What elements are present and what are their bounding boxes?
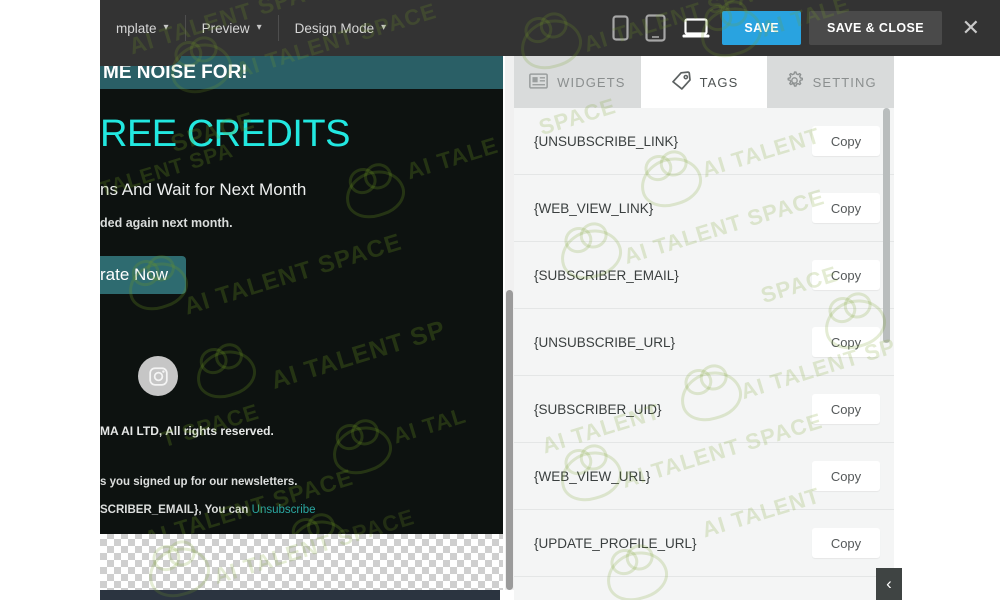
- tab-setting[interactable]: SETTING: [767, 56, 895, 108]
- email-footer-copyright: MA AI LTD, All rights reserved.: [100, 424, 274, 438]
- email-unsubscribe-link[interactable]: Unsubscribe: [252, 504, 316, 516]
- copy-button[interactable]: Copy: [812, 193, 880, 223]
- table-row: {WEB_VIEW_LINK} Copy: [514, 175, 894, 242]
- email-preview-viewport: ME NOISE FOR! SPACE AI TALENT SPA AI TAL…: [100, 56, 503, 534]
- canvas-scrollbar-thumb[interactable]: [506, 290, 513, 590]
- email-template: ME NOISE FOR! SPACE AI TALENT SPA AI TAL…: [100, 56, 503, 534]
- copy-button[interactable]: Copy: [812, 528, 880, 558]
- tab-setting-label: SETTING: [812, 74, 877, 90]
- tag-name: {SUBSCRIBER_EMAIL}: [534, 267, 679, 283]
- email-footer-email-line: SCRIBER_EMAIL}, You can Unsubscribe: [100, 504, 503, 516]
- tab-tags-label: TAGS: [699, 74, 739, 90]
- tag-name: {SUBSCRIBER_UID}: [534, 401, 662, 417]
- table-row: {UPDATE_PROFILE_URL} Copy: [514, 510, 894, 577]
- menu-design-mode-label: Design Mode: [294, 20, 375, 36]
- chevron-down-icon: ▾: [163, 22, 169, 33]
- watermark-blob-icon: [190, 343, 262, 405]
- menu-preview-label: Preview: [201, 20, 250, 36]
- save-and-close-button[interactable]: SAVE & CLOSE: [809, 11, 942, 45]
- mobile-device-icon[interactable]: [612, 15, 629, 41]
- email-paragraph: ded again next month.: [100, 216, 233, 230]
- app-root: mplate ▾ Preview ▾ Design Mode ▾ SAVE SA…: [0, 0, 1000, 600]
- tag-name: {WEB_VIEW_LINK}: [534, 200, 654, 216]
- menu-template-label: mplate: [116, 20, 157, 36]
- tag-name: {UNSUBSCRIBE_URL}: [534, 334, 676, 350]
- table-row: {SUBSCRIBER_UID} Copy: [514, 376, 894, 443]
- panel-tab-bar: WIDGETS TAGS SETTING: [514, 56, 895, 108]
- tags-list: {UNSUBSCRIBE_LINK} Copy {WEB_VIEW_LINK} …: [514, 108, 894, 600]
- email-footer-email-text: SCRIBER_EMAIL}, You can: [100, 504, 252, 516]
- panel-collapse-button[interactable]: ‹: [876, 568, 902, 600]
- menu-design-mode[interactable]: Design Mode ▾: [279, 0, 403, 56]
- chevron-down-icon: ▾: [256, 22, 262, 33]
- email-footer-reason: s you signed up for our newsletters.: [100, 476, 298, 488]
- tag-name: {WEB_VIEW_URL}: [534, 468, 651, 484]
- instagram-icon[interactable]: [138, 356, 178, 396]
- toolbar-menu-group: mplate ▾ Preview ▾ Design Mode ▾: [100, 0, 402, 56]
- chevron-down-icon: ▾: [381, 22, 387, 33]
- copy-button[interactable]: Copy: [812, 327, 880, 357]
- table-row: {WEB_VIEW_URL} Copy: [514, 443, 894, 510]
- watermark-text: AI TALENT SP: [267, 315, 449, 395]
- copy-button[interactable]: Copy: [812, 461, 880, 491]
- widgets-grid-icon: [529, 72, 549, 92]
- menu-preview[interactable]: Preview ▾: [186, 0, 278, 56]
- email-heading: REE CREDITS: [100, 113, 350, 155]
- tablet-device-icon[interactable]: [645, 14, 666, 42]
- top-toolbar: mplate ▾ Preview ▾ Design Mode ▾ SAVE SA…: [100, 0, 1000, 56]
- copy-button[interactable]: Copy: [812, 394, 880, 424]
- table-row: {UNSUBSCRIBE_LINK} Copy: [514, 108, 894, 175]
- desktop-device-icon[interactable]: [682, 16, 710, 40]
- email-subheading: ns And Wait for Next Month: [100, 180, 307, 199]
- tag-icon: [670, 71, 691, 93]
- toolbar-actions: SAVE SAVE & CLOSE ✕: [722, 11, 1000, 45]
- panel-scrollbar-thumb[interactable]: [883, 108, 890, 343]
- right-side-panel: WIDGETS TAGS SETTING {UNSUBSCRIBE_LINK} …: [514, 56, 895, 600]
- table-row: {SUBSCRIBER_EMAIL} Copy: [514, 242, 894, 309]
- watermark-text: AI TALENT SPACE: [180, 228, 405, 321]
- tab-tags[interactable]: TAGS: [640, 56, 768, 108]
- tag-name: {UPDATE_PROFILE_URL}: [534, 535, 697, 551]
- email-cta-label: rate Now: [100, 265, 169, 284]
- watermark-text: AI TALENT SPACE: [140, 463, 357, 534]
- tag-name: {UNSUBSCRIBE_LINK}: [534, 133, 679, 149]
- copy-button[interactable]: Copy: [812, 126, 880, 156]
- save-button[interactable]: SAVE: [722, 11, 802, 45]
- table-row: {UNSUBSCRIBE_URL} Copy: [514, 309, 894, 376]
- email-cta-button[interactable]: rate Now: [100, 256, 187, 294]
- device-preview-toggle-group: [612, 14, 722, 42]
- menu-template[interactable]: mplate ▾: [100, 0, 185, 56]
- canvas-bottom-strip: [100, 590, 500, 600]
- right-gutter: [894, 56, 1000, 600]
- close-icon[interactable]: ✕: [948, 11, 994, 45]
- tab-widgets[interactable]: WIDGETS: [514, 56, 641, 108]
- tab-widgets-label: WIDGETS: [557, 74, 626, 90]
- email-body: SPACE AI TALENT SPA AI TALE AI TALENT SP…: [100, 107, 503, 534]
- watermark-blob-icon: [282, 513, 354, 534]
- gear-icon: [785, 71, 804, 93]
- copy-button[interactable]: Copy: [812, 260, 880, 290]
